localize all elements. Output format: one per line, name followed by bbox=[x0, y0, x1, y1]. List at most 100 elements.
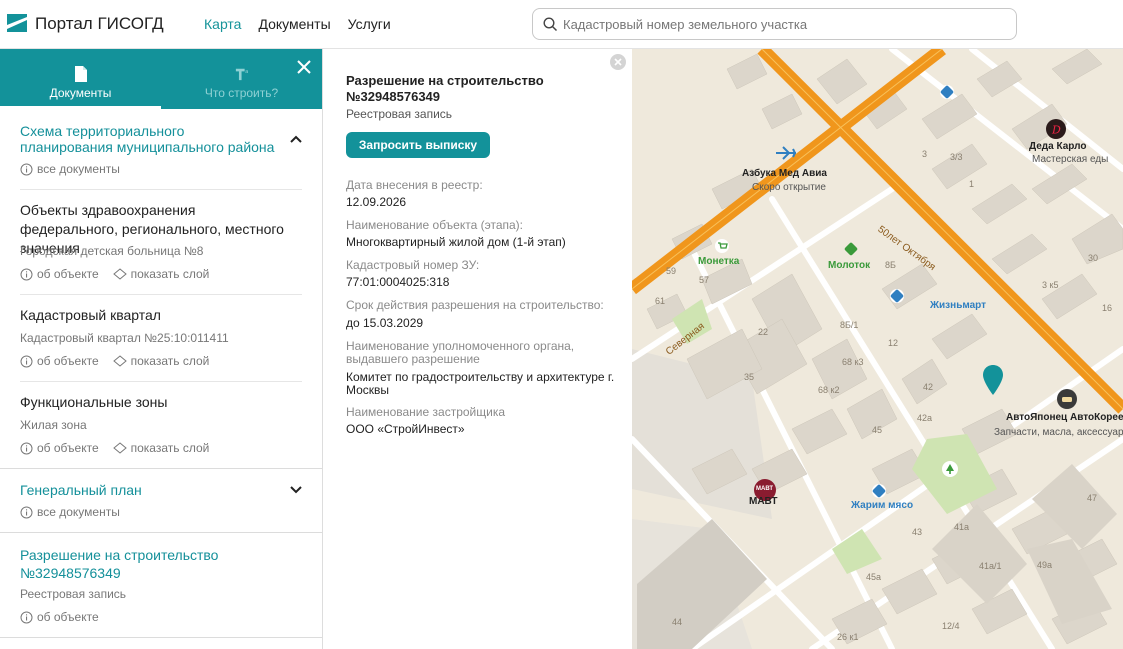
house-number: 35 bbox=[744, 372, 755, 382]
tab-what-to-build-label: Что строить? bbox=[204, 86, 279, 100]
info-icon bbox=[20, 506, 33, 518]
field-label-validity: Срок действия разрешения на строительств… bbox=[346, 298, 604, 312]
chevron-up-icon[interactable] bbox=[289, 134, 303, 144]
info-icon bbox=[20, 442, 33, 454]
house-number: 57 bbox=[699, 275, 710, 285]
map-view[interactable]: D МАВТ Деда Карло Мастерская еды Азбука … bbox=[632, 49, 1123, 649]
map-canvas[interactable] bbox=[632, 49, 1123, 649]
house-number: 59 bbox=[666, 266, 677, 276]
layers-icon bbox=[112, 268, 127, 280]
divider bbox=[20, 294, 302, 295]
pharmacy-icon[interactable] bbox=[890, 289, 904, 303]
about-object-link[interactable]: об объекте bbox=[20, 610, 99, 624]
poi-molotok[interactable]: Молоток bbox=[828, 260, 870, 271]
house-number: 41а/1 bbox=[979, 561, 1002, 571]
section-divider bbox=[0, 637, 322, 638]
house-number: 41а bbox=[954, 522, 970, 532]
poi-marker-icon[interactable] bbox=[940, 85, 954, 99]
airplane-icon[interactable] bbox=[775, 144, 797, 162]
poi-mavt[interactable]: МАВТ bbox=[749, 496, 778, 507]
item-cadastral-subtitle: Кадастровый квартал №25:10:011411 bbox=[20, 331, 229, 345]
poi-azbuka[interactable]: Азбука Мед Авиа bbox=[742, 168, 827, 179]
text-format-icon: a bbox=[235, 68, 248, 81]
house-number: 42а bbox=[917, 413, 933, 423]
top-header: Портал ГИСОГД Карта Документы Услуги bbox=[0, 0, 1123, 49]
permit-title[interactable]: Разрешение на строительство №32948576349 bbox=[20, 546, 250, 582]
about-object-link[interactable]: об объекте bbox=[20, 354, 99, 368]
field-label-authority: Наименование уполномоченного органа, выд… bbox=[346, 339, 575, 366]
nav-documents[interactable]: Документы bbox=[258, 16, 330, 32]
house-number: 45 bbox=[872, 425, 883, 435]
house-number: 12 bbox=[888, 338, 899, 348]
poi-monetka[interactable]: Монетка bbox=[698, 256, 739, 267]
poi-azbuka-sub: Скоро открытие bbox=[752, 182, 826, 193]
house-number: 26 к1 bbox=[837, 632, 859, 642]
poi-zharim[interactable]: Жарим мясо bbox=[851, 500, 913, 511]
brand-title[interactable]: Портал ГИСОГД bbox=[35, 14, 164, 34]
house-number: 47 bbox=[1087, 493, 1098, 503]
house-number: 45а bbox=[866, 572, 882, 582]
permit-subtitle: Реестровая запись bbox=[20, 587, 127, 601]
item-zones-title[interactable]: Функциональные зоны bbox=[20, 393, 167, 412]
territorial-planning-title[interactable]: Схема территориального планирования муни… bbox=[20, 123, 280, 155]
cafe-icon[interactable]: D bbox=[1046, 119, 1066, 139]
portal-logo-icon[interactable] bbox=[7, 13, 27, 33]
tab-documents-label: Документы bbox=[49, 86, 112, 100]
close-icon[interactable] bbox=[295, 58, 313, 76]
poi-autojapan-sub: Запчасти, масла, аксессуары, bbox=[994, 427, 1123, 438]
document-icon bbox=[75, 66, 87, 82]
nav-services[interactable]: Услуги bbox=[348, 16, 391, 32]
item-healthcare-actions: об объекте показать слой bbox=[20, 267, 209, 281]
main-nav: Карта Документы Услуги bbox=[204, 16, 391, 32]
info-icon bbox=[20, 355, 33, 367]
layers-icon bbox=[112, 442, 127, 454]
permit-detail-title: Разрешение на строительство №32948576349 bbox=[346, 73, 544, 104]
house-number: 30 bbox=[1088, 253, 1099, 263]
item-cadastral-title[interactable]: Кадастровый квартал bbox=[20, 306, 161, 325]
car-service-icon[interactable] bbox=[1057, 389, 1077, 409]
territorial-all-docs: все документы bbox=[20, 162, 120, 176]
chevron-down-icon[interactable] bbox=[289, 485, 303, 495]
house-number: 43 bbox=[912, 527, 923, 537]
poi-zhiznmart[interactable]: Жизньмарт bbox=[930, 300, 986, 311]
house-number: 42 bbox=[923, 382, 934, 392]
poi-autojapan[interactable]: АвтоЯпонец АвтоКорее bbox=[1006, 412, 1123, 423]
field-value-cadastral: 77:01:0004025:318 bbox=[346, 275, 450, 289]
house-number: 8Б/1 bbox=[840, 320, 859, 330]
show-layer-link[interactable]: показать слой bbox=[112, 441, 209, 455]
field-label-object-name: Наименование объекта (этапа): bbox=[346, 218, 523, 232]
mavt-badge-text: МАВТ bbox=[756, 486, 774, 492]
field-label-developer: Наименование застройщика bbox=[346, 405, 506, 419]
nav-map[interactable]: Карта bbox=[204, 16, 241, 32]
section-divider bbox=[0, 468, 322, 469]
close-icon[interactable] bbox=[609, 53, 627, 71]
search-box[interactable] bbox=[532, 8, 1017, 40]
field-value-object-name: Многоквартирный жилой дом (1-й этап) bbox=[346, 235, 566, 249]
cart-icon[interactable] bbox=[715, 239, 729, 253]
all-docs-link[interactable]: все документы bbox=[20, 162, 120, 176]
shop-icon[interactable] bbox=[844, 242, 858, 256]
show-layer-link[interactable]: показать слой bbox=[112, 354, 209, 368]
request-extract-button[interactable]: Запросить выписку bbox=[346, 132, 490, 158]
house-number: 68 к3 bbox=[842, 357, 864, 367]
all-docs-link[interactable]: все документы bbox=[20, 505, 120, 519]
house-number: 49а bbox=[1037, 560, 1053, 570]
show-layer-link[interactable]: показать слой bbox=[112, 267, 209, 281]
info-icon bbox=[20, 163, 33, 175]
search-input[interactable] bbox=[563, 11, 1008, 37]
tab-documents[interactable]: Документы bbox=[0, 49, 161, 109]
permit-detail-panel: Разрешение на строительство №32948576349… bbox=[323, 49, 632, 649]
about-object-link[interactable]: об объекте bbox=[20, 267, 99, 281]
permit-detail-subtitle: Реестровая запись bbox=[346, 107, 453, 121]
location-pin-icon[interactable] bbox=[982, 364, 1004, 396]
field-value-developer: ООО «СтройИнвест» bbox=[346, 422, 465, 436]
restaurant-icon[interactable] bbox=[872, 484, 886, 498]
layers-icon bbox=[112, 355, 127, 367]
divider bbox=[20, 189, 302, 190]
info-icon bbox=[20, 611, 33, 623]
poi-deda-karlo[interactable]: Деда Карло bbox=[1029, 141, 1086, 152]
about-object-link[interactable]: об объекте bbox=[20, 441, 99, 455]
field-value-registry-date: 12.09.2026 bbox=[346, 195, 407, 209]
general-plan-title[interactable]: Генеральный план bbox=[20, 482, 142, 498]
tree-icon[interactable] bbox=[942, 461, 958, 477]
